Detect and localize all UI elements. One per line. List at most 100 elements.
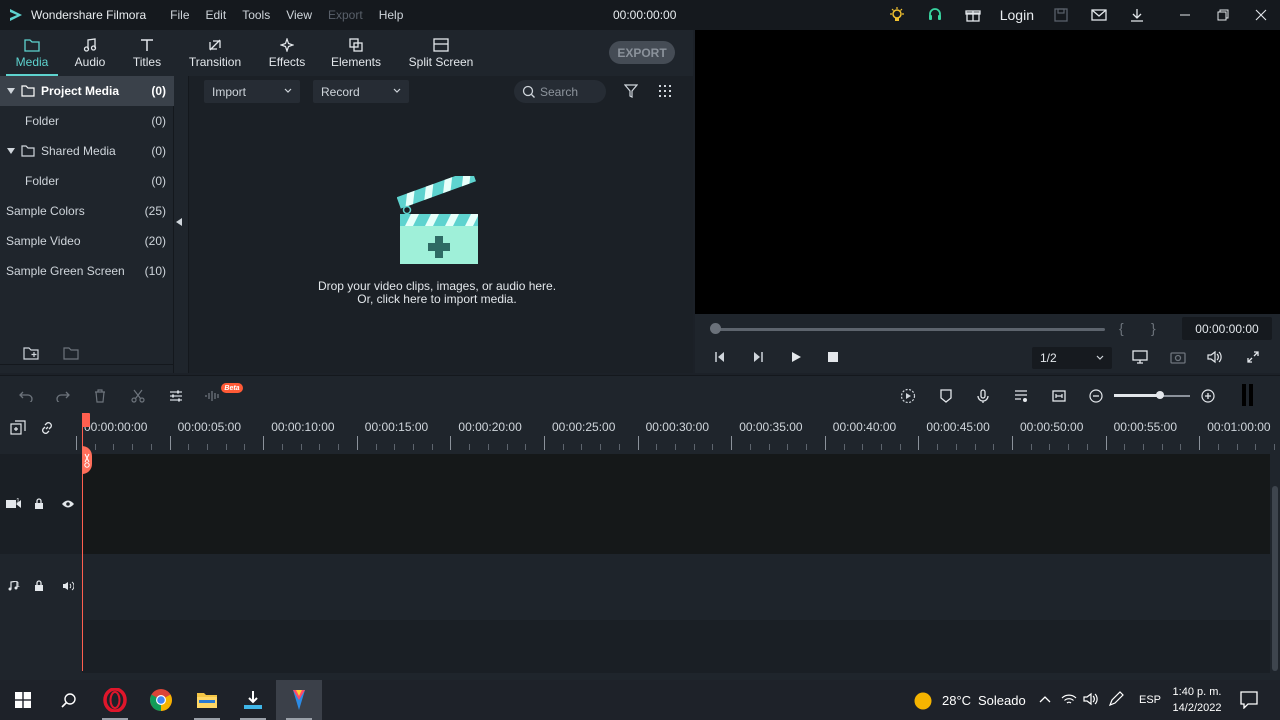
timeline-ruler[interactable]: 00:00:00:00 00:00:05:00 00:00:10:00 00:00:1…: [0, 413, 1280, 454]
mark-in-button[interactable]: {: [1119, 320, 1124, 336]
audio-track-lane[interactable]: [82, 554, 1270, 620]
sidebar-item-folder[interactable]: Folder (0): [0, 166, 174, 196]
tab-elements[interactable]: Elements: [328, 30, 384, 76]
record-dropdown[interactable]: Record: [313, 80, 409, 103]
maximize-button[interactable]: [1204, 0, 1242, 30]
filmora-taskbar-icon[interactable]: [276, 680, 322, 720]
render-preview-icon[interactable]: [899, 387, 917, 405]
drop-hint[interactable]: Drop your video clips, images, or audio …: [189, 280, 685, 306]
weather-condition[interactable]: Soleado: [978, 693, 1026, 708]
playhead-handle[interactable]: [82, 413, 90, 427]
download-icon[interactable]: [1118, 0, 1156, 30]
volume-icon[interactable]: [1207, 349, 1223, 365]
snapshot-camera-icon[interactable]: [1170, 349, 1186, 365]
fit-timeline-icon[interactable]: [1050, 387, 1068, 405]
clapperboard-import-icon[interactable]: [397, 176, 481, 268]
delete-icon[interactable]: [91, 387, 109, 405]
vertical-scrollbar-thumb[interactable]: [1272, 486, 1278, 671]
lock-icon[interactable]: [31, 578, 47, 594]
headset-support-icon[interactable]: [916, 0, 954, 30]
stop-icon[interactable]: [825, 349, 841, 365]
eye-visibility-icon[interactable]: [60, 496, 76, 512]
tab-titles[interactable]: Titles: [124, 30, 170, 76]
marker-icon[interactable]: [937, 387, 955, 405]
scrubber-handle[interactable]: [710, 323, 721, 334]
sidebar-item-sample-video[interactable]: Sample Video (20): [0, 226, 174, 256]
mark-out-button[interactable]: }: [1151, 320, 1156, 336]
adjust-sliders-icon[interactable]: [167, 387, 185, 405]
pen-ink-icon[interactable]: [1108, 691, 1124, 707]
add-track-icon[interactable]: [10, 420, 26, 436]
undo-icon[interactable]: [17, 387, 35, 405]
delete-folder-icon[interactable]: [63, 346, 79, 360]
input-language[interactable]: ESP: [1139, 694, 1161, 706]
tab-effects[interactable]: Effects: [264, 30, 310, 76]
menu-view[interactable]: View: [286, 8, 312, 22]
sidebar-item-sample-green-screen[interactable]: Sample Green Screen (10): [0, 256, 174, 286]
system-clock[interactable]: 1:40 p. m. 14/2/2022: [1164, 684, 1230, 716]
caret-down-icon[interactable]: [7, 88, 15, 94]
zoom-slider-handle[interactable]: [1155, 391, 1164, 399]
opera-browser-icon[interactable]: [92, 680, 138, 720]
cut-scissors-icon[interactable]: [129, 387, 147, 405]
step-forward-icon[interactable]: [750, 349, 766, 365]
mail-icon[interactable]: [1080, 0, 1118, 30]
minimize-button[interactable]: [1166, 0, 1204, 30]
preview-scrubber[interactable]: [715, 328, 1105, 331]
grid-view-icon[interactable]: [659, 85, 672, 98]
sidebar-item-sample-colors[interactable]: Sample Colors (25): [0, 196, 174, 226]
sidebar-item-shared-media[interactable]: Shared Media (0): [0, 136, 174, 166]
lightbulb-icon[interactable]: [878, 0, 916, 30]
chrome-browser-icon[interactable]: [138, 680, 184, 720]
search-icon[interactable]: [46, 680, 92, 720]
pause-indicator-icon[interactable]: [1241, 384, 1255, 406]
zoom-in-icon[interactable]: [1199, 387, 1217, 405]
import-dropdown[interactable]: Import: [204, 80, 300, 103]
save-icon[interactable]: [1042, 0, 1080, 30]
gift-icon[interactable]: [954, 0, 992, 30]
collapse-sidebar-icon[interactable]: [176, 218, 182, 226]
login-link[interactable]: Login: [992, 7, 1042, 23]
display-monitor-icon[interactable]: [1132, 349, 1148, 365]
speaker-mute-icon[interactable]: [60, 578, 76, 594]
video-track-lane[interactable]: [82, 454, 1270, 554]
zoom-out-icon[interactable]: [1087, 387, 1105, 405]
tab-media[interactable]: Media: [6, 30, 58, 76]
microphone-icon[interactable]: [974, 387, 992, 405]
installer-download-icon[interactable]: [230, 680, 276, 720]
tab-audio[interactable]: Audio: [66, 30, 114, 76]
sidebar-item-folder[interactable]: Folder (0): [0, 106, 174, 136]
link-icon[interactable]: [39, 420, 55, 436]
wifi-icon[interactable]: [1061, 692, 1077, 706]
weather-sun-icon[interactable]: [913, 691, 933, 711]
weather-temperature[interactable]: 28°C: [942, 693, 971, 708]
filter-icon[interactable]: [624, 84, 638, 98]
close-button[interactable]: [1242, 0, 1280, 30]
step-back-icon[interactable]: [712, 349, 728, 365]
menu-tools[interactable]: Tools: [242, 8, 270, 22]
notifications-icon[interactable]: [1240, 691, 1258, 709]
menu-help[interactable]: Help: [379, 8, 404, 22]
play-icon[interactable]: [788, 349, 804, 365]
fullscreen-icon[interactable]: [1245, 349, 1261, 365]
audio-waveform-icon[interactable]: [204, 387, 222, 405]
new-folder-icon[interactable]: [23, 346, 39, 360]
caret-down-icon[interactable]: [7, 148, 15, 154]
tab-transition[interactable]: Transition: [184, 30, 246, 76]
redo-icon[interactable]: [54, 387, 72, 405]
voiceover-list-icon[interactable]: [1012, 387, 1030, 405]
playhead-scissors-icon[interactable]: [82, 446, 92, 474]
speaker-volume-icon[interactable]: [1083, 692, 1099, 706]
playback-quality-select[interactable]: 1/2: [1032, 347, 1112, 369]
lock-icon[interactable]: [31, 496, 47, 512]
sidebar-item-project-media[interactable]: Project Media (0): [0, 76, 174, 106]
menu-file[interactable]: File: [170, 8, 189, 22]
file-explorer-icon[interactable]: [184, 680, 230, 720]
search-input[interactable]: Search: [514, 80, 606, 103]
chevron-up-icon[interactable]: [1039, 694, 1051, 704]
windows-start-icon[interactable]: [0, 680, 46, 720]
menu-edit[interactable]: Edit: [206, 8, 227, 22]
empty-track-lane[interactable]: [82, 620, 1270, 673]
export-button[interactable]: EXPORT: [609, 41, 675, 64]
tab-split-screen[interactable]: Split Screen: [406, 30, 476, 76]
